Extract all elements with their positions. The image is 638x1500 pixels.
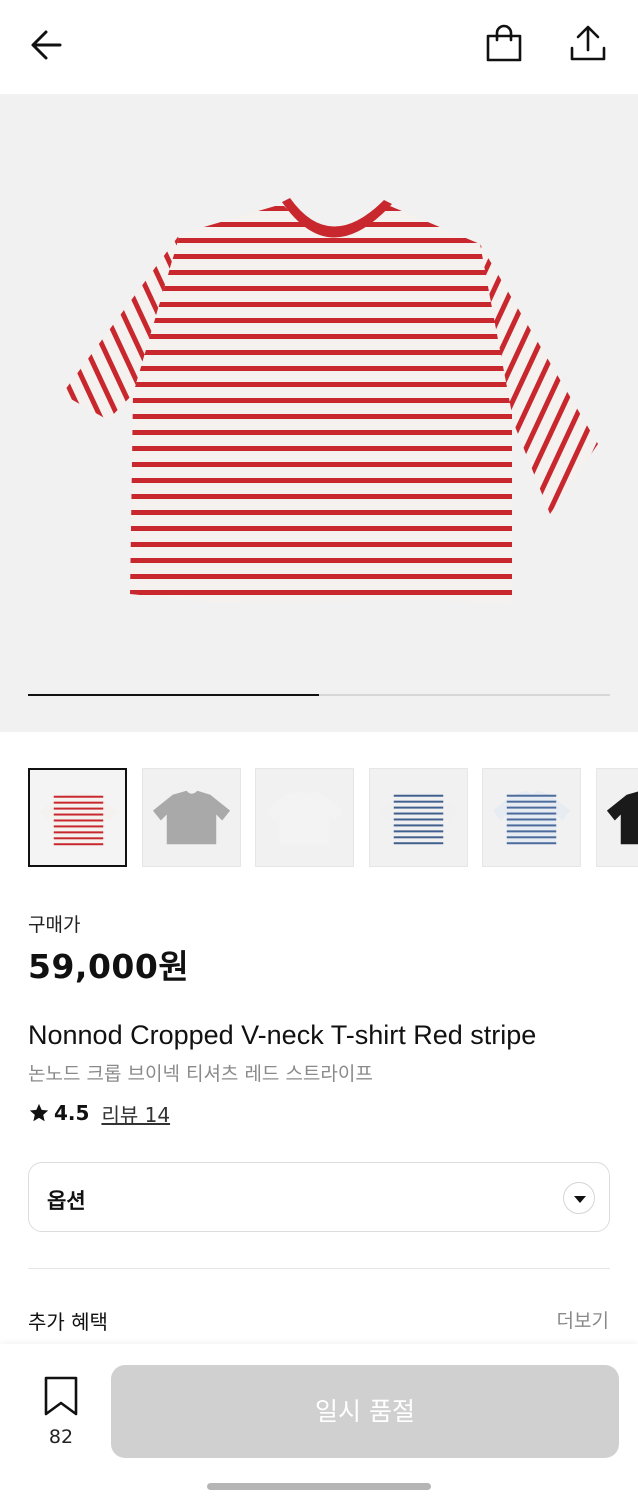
cart-button[interactable] [482,22,526,66]
thumbnail-image [606,791,638,845]
top-bar [0,0,638,94]
thumbnail-red-stripe[interactable] [28,768,127,867]
thumbnail-image [379,790,457,845]
wishlist-button[interactable]: 82 [36,1374,86,1454]
thumbnail-image [493,790,571,845]
thumbnail-image [266,790,344,845]
thumbnail-gray[interactable] [141,768,241,867]
thumbnail-black[interactable] [596,768,638,867]
star-icon [29,1103,49,1122]
benefits-title: 추가 혜택 [28,1310,108,1334]
bookmark-icon [44,1376,78,1416]
image-progress-indicator [28,694,319,696]
bottom-action-bar: 82 일시 품절 [0,1344,638,1500]
thumbnail-image [39,791,118,846]
soldout-button[interactable]: 일시 품절 [111,1365,619,1458]
arrow-left-icon [31,30,62,60]
color-thumbnails [28,768,638,868]
thumbnail-blue-stripe[interactable] [482,768,582,867]
review-link[interactable]: 리뷰 14 [101,1099,170,1128]
product-name-ko: 논노드 크롭 브이넥 티셔츠 레드 스트라이프 [28,1063,373,1085]
share-upload-icon [570,25,606,61]
image-progress-track [28,694,610,696]
price: 59,000원 [28,947,190,986]
share-button[interactable] [566,22,610,66]
option-label: 옵션 [47,1189,86,1213]
thumbnail-navy-stripe[interactable] [368,768,468,867]
product-image [62,198,598,604]
rating-value: 4.5 [54,1101,90,1125]
thumbnail-image [152,790,230,845]
option-select[interactable]: 옵션 [28,1162,610,1232]
price-label: 구매가 [28,914,81,936]
benefits-more-link[interactable]: 더보기 [557,1306,609,1333]
chevron-down-icon [563,1182,595,1214]
divider [28,1268,610,1269]
thumbnail-white[interactable] [255,768,355,867]
shopping-bag-icon [486,24,522,62]
product-name-en: Nonnod Cropped V-neck T-shirt Red stripe [28,1020,537,1050]
home-indicator [207,1483,431,1490]
wishlist-count: 82 [48,1426,74,1448]
product-image-carousel[interactable] [0,94,638,732]
rating-row: 4.5 리뷰 14 [28,1099,170,1128]
back-button[interactable] [26,24,70,68]
